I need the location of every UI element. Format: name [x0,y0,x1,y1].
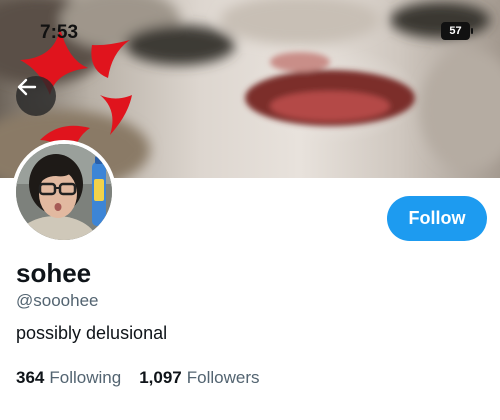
arrow-left-icon [17,78,37,96]
display-name: sohee [16,258,92,288]
follow-button[interactable]: Follow [387,196,487,241]
avatar[interactable] [12,140,116,244]
followers-label: Followers [186,368,260,387]
status-icons: 57 [441,22,473,40]
following-label: Following [49,368,122,387]
status-time: 7:53 [40,22,79,43]
back-button[interactable] [16,76,56,116]
avatar-photo [16,144,112,240]
battery-level: 57 [449,24,462,37]
following-stat[interactable]: 364 Following [16,368,121,388]
battery-icon: 57 [441,22,473,40]
following-count: 364 [16,368,45,387]
followers-count: 1,097 [139,368,182,387]
profile-bio: possibly delusional [16,323,168,343]
followers-stat[interactable]: 1,097 Followers [139,368,259,388]
user-handle: @sooohee [16,291,99,310]
profile-stats: 364 Following 1,097 Followers [16,368,259,388]
